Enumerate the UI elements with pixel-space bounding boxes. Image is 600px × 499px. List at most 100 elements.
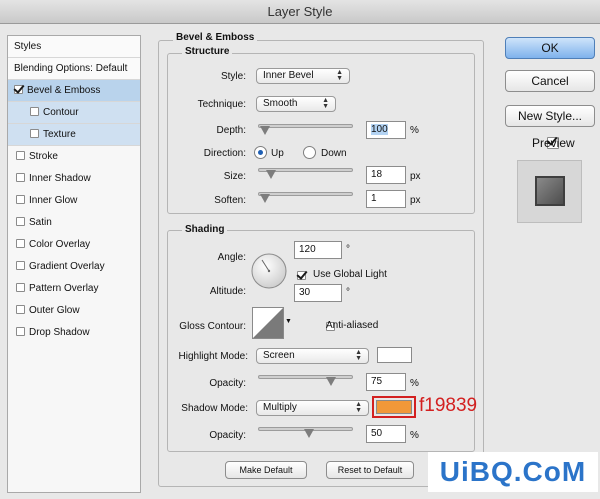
shadow-mode-select[interactable]: Multiply ▲ ▼	[256, 400, 369, 416]
stroke-checkbox[interactable]	[16, 151, 25, 160]
outer-glow-checkbox[interactable]	[16, 305, 25, 314]
altitude-input[interactable]: 30	[294, 284, 342, 302]
watermark-area: UiBQ.CoM	[428, 452, 598, 492]
size-label: Size:	[223, 171, 246, 182]
bevel-emboss-checkbox[interactable]	[14, 85, 23, 94]
highlight-mode-select[interactable]: Screen ▲ ▼	[256, 348, 369, 364]
soften-slider-thumb[interactable]	[260, 194, 270, 203]
shadow-opacity-label: Opacity:	[209, 430, 246, 441]
style-item-label: Pattern Overlay	[29, 283, 99, 294]
preview-thumbnail	[517, 160, 582, 223]
preview-label: Preview	[532, 136, 575, 150]
angle-input[interactable]: 120	[294, 241, 342, 259]
angle-dial[interactable]	[250, 252, 288, 290]
shading-group	[167, 230, 475, 452]
shading-title: Shading	[182, 224, 228, 235]
depth-slider-thumb[interactable]	[260, 126, 270, 135]
blending-options-item[interactable]: Blending Options: Default	[8, 58, 140, 80]
style-item-label: Gradient Overlay	[29, 261, 105, 272]
pattern-overlay-checkbox[interactable]	[16, 283, 25, 292]
style-item-label: Inner Glow	[29, 195, 78, 206]
gloss-contour-icon[interactable]	[252, 307, 284, 339]
direction-down-label: Down	[321, 148, 347, 159]
style-item-label: Outer Glow	[29, 305, 80, 316]
bevel-style-select[interactable]: Inner Bevel ▲ ▼	[256, 68, 350, 84]
style-item-label: Color Overlay	[29, 239, 91, 250]
soften-slider[interactable]	[258, 192, 353, 196]
soften-unit: px	[410, 195, 421, 206]
size-input[interactable]: 18	[366, 166, 406, 184]
highlight-opacity-label: Opacity:	[209, 378, 246, 389]
updown-arrow-icon: ▲ ▼	[322, 97, 329, 110]
reset-to-default-button[interactable]: Reset to Default	[326, 461, 414, 479]
updown-arrow-icon: ▲ ▼	[336, 69, 343, 82]
shadow-mode-label: Shadow Mode:	[181, 403, 248, 414]
shadow-opacity-input[interactable]: 50	[366, 425, 406, 443]
size-slider-thumb[interactable]	[266, 170, 277, 179]
gloss-contour-dropdown-icon[interactable]: ▼	[285, 318, 292, 325]
style-item-label: Drop Shadow	[29, 327, 90, 338]
technique-select[interactable]: Smooth ▲ ▼	[256, 96, 336, 112]
inner-glow-checkbox[interactable]	[16, 195, 25, 204]
styles-list-header[interactable]: Styles	[8, 36, 140, 58]
new-style-button[interactable]: New Style...	[505, 105, 595, 127]
drop-shadow-checkbox[interactable]	[16, 327, 25, 336]
highlight-color-swatch[interactable]	[377, 347, 412, 363]
size-unit: px	[410, 171, 421, 182]
direction-down-radio[interactable]	[303, 146, 316, 159]
style-item-inner-glow[interactable]: Inner Glow	[8, 190, 140, 212]
updown-arrow-icon: ▲ ▼	[355, 349, 362, 362]
shadow-opacity-thumb[interactable]	[304, 429, 314, 438]
style-item-pattern-overlay[interactable]: Pattern Overlay	[8, 278, 140, 300]
bevel-emboss-title: Bevel & Emboss	[173, 32, 258, 43]
style-item-gradient-overlay[interactable]: Gradient Overlay	[8, 256, 140, 278]
shadow-color-swatch[interactable]	[376, 400, 412, 414]
style-item-texture[interactable]: Texture	[8, 124, 140, 146]
gradient-overlay-checkbox[interactable]	[16, 261, 25, 270]
depth-slider[interactable]	[258, 124, 353, 128]
highlight-mode-value: Screen	[263, 350, 295, 361]
highlight-opacity-thumb[interactable]	[326, 377, 336, 386]
ok-button[interactable]: OK	[505, 37, 595, 59]
style-item-contour[interactable]: Contour	[8, 102, 140, 124]
inner-shadow-checkbox[interactable]	[16, 173, 25, 182]
shadow-opacity-unit: %	[410, 430, 419, 441]
bevel-style-value: Inner Bevel	[263, 70, 314, 81]
depth-label: Depth:	[216, 125, 246, 136]
styles-list: Styles Blending Options: Default Bevel &…	[7, 35, 141, 493]
use-global-light-checkbox[interactable]	[297, 271, 306, 280]
highlight-opacity-slider[interactable]	[258, 375, 353, 379]
anti-aliased-label: Anti-aliased	[326, 320, 379, 331]
style-item-label: Bevel & Emboss	[27, 85, 101, 96]
style-item-label: Texture	[43, 129, 76, 140]
style-item-drop-shadow[interactable]: Drop Shadow	[8, 322, 140, 344]
direction-up-label: Up	[271, 148, 284, 159]
depth-input[interactable]: 100	[366, 121, 406, 139]
shadow-mode-value: Multiply	[263, 402, 297, 413]
gloss-contour-label: Gloss Contour:	[179, 321, 246, 332]
highlight-opacity-unit: %	[410, 378, 419, 389]
contour-checkbox[interactable]	[30, 107, 39, 116]
satin-checkbox[interactable]	[16, 217, 25, 226]
style-item-satin[interactable]: Satin	[8, 212, 140, 234]
angle-label: Angle:	[217, 252, 246, 263]
depth-unit: %	[410, 125, 419, 136]
direction-up-radio[interactable]	[254, 146, 267, 159]
texture-checkbox[interactable]	[30, 129, 39, 138]
style-item-outer-glow[interactable]: Outer Glow	[8, 300, 140, 322]
use-global-light-label: Use Global Light	[313, 269, 387, 280]
highlight-opacity-input[interactable]: 75	[366, 373, 406, 391]
color-overlay-checkbox[interactable]	[16, 239, 25, 248]
cancel-button[interactable]: Cancel	[505, 70, 595, 92]
style-item-label: Stroke	[29, 151, 58, 162]
direction-label: Direction:	[203, 148, 246, 159]
soften-input[interactable]: 1	[366, 190, 406, 208]
style-item-inner-shadow[interactable]: Inner Shadow	[8, 168, 140, 190]
style-item-bevel-emboss[interactable]: Bevel & Emboss	[8, 80, 140, 102]
watermark-logo: UiBQ.CoM	[439, 456, 587, 487]
style-item-stroke[interactable]: Stroke	[8, 146, 140, 168]
style-label: Style:	[220, 71, 246, 82]
style-item-color-overlay[interactable]: Color Overlay	[8, 234, 140, 256]
preview-swatch	[535, 176, 565, 206]
make-default-button[interactable]: Make Default	[225, 461, 307, 479]
